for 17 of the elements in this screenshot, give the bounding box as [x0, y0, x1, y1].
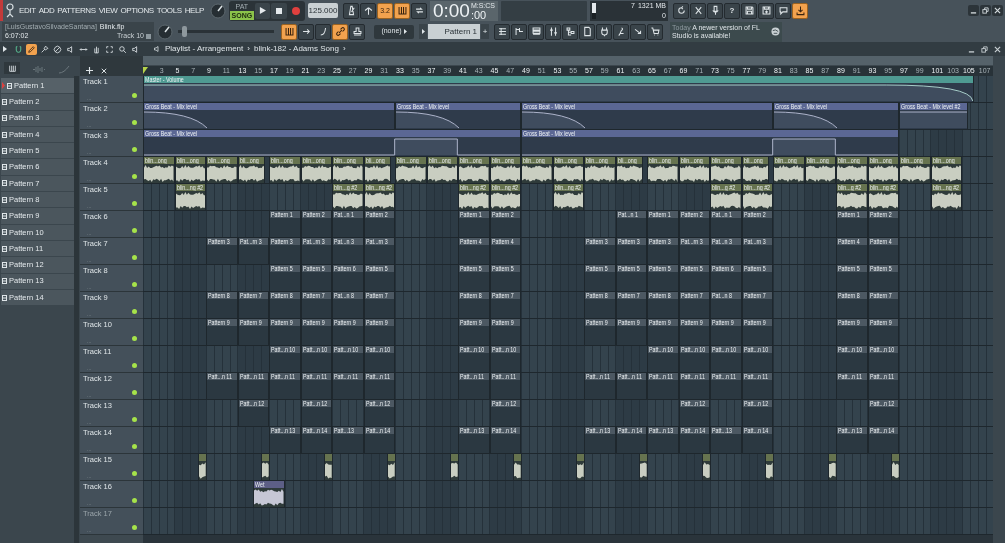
menu-item[interactable]: VIEW — [98, 6, 118, 15]
menu-item[interactable]: PATTERNS — [57, 6, 96, 15]
breadcrumb-item[interactable]: blink-182 - Adams Song — [253, 45, 339, 53]
menu-item[interactable]: OPTIONS — [120, 6, 154, 15]
time-fraction: :00 — [470, 8, 487, 21]
menu-item[interactable]: TOOLS — [156, 6, 182, 15]
breadcrumb-item[interactable]: › — [247, 45, 250, 53]
breadcrumb-item[interactable]: › — [342, 45, 346, 53]
time-text: 0:00 — [432, 0, 470, 21]
breadcrumb-item[interactable]: Playlist - Arrangement — [165, 45, 244, 53]
menu-item[interactable]: HELP — [184, 6, 204, 15]
menu-item[interactable]: ADD — [38, 6, 55, 15]
menu-item[interactable]: EDIT — [19, 6, 36, 15]
tempo-display[interactable]: 125.000 — [308, 3, 338, 18]
help-button[interactable]: ? — [724, 2, 740, 19]
pattern-selector[interactable]: Pattern 1 — [428, 24, 480, 39]
add-pattern-button[interactable]: + — [481, 24, 489, 39]
